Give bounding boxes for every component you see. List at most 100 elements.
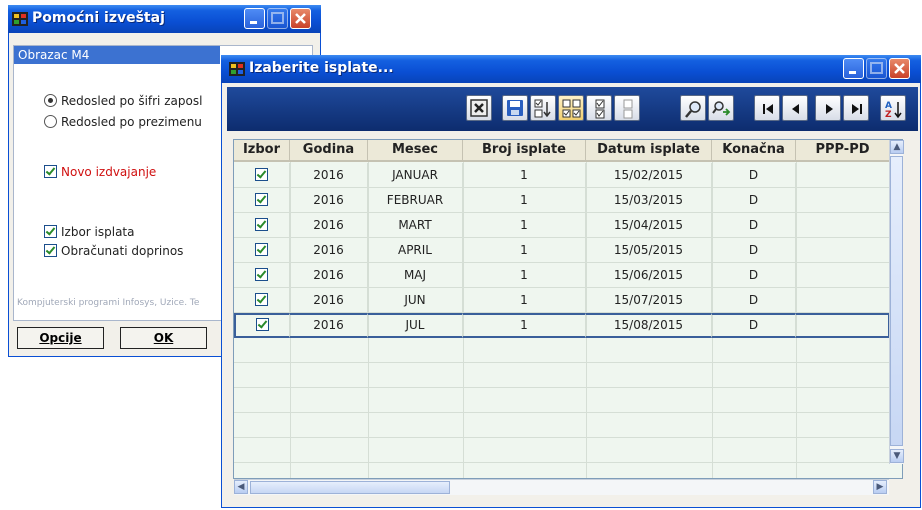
cell-broj-isplate: 1: [463, 288, 586, 313]
check-single-icon: [595, 99, 605, 119]
scroll-down-icon[interactable]: ▼: [890, 449, 904, 463]
scroll-up-icon[interactable]: ▲: [890, 140, 904, 154]
novo-izdvajanje-checkbox[interactable]: Novo izdvajanje: [44, 165, 156, 179]
horizontal-scroll-thumb[interactable]: [250, 481, 450, 494]
report-window-title: Pomoćni izveštaj: [32, 10, 165, 26]
table-row[interactable]: 2016 FEBRUAR 1 15/03/2015 D: [234, 188, 890, 213]
save-icon: [507, 100, 523, 116]
checkbox-checked-icon: [44, 244, 57, 257]
checkbox-checked-icon[interactable]: [256, 318, 269, 331]
maximize-button[interactable]: [267, 8, 288, 29]
last-record-button[interactable]: [843, 95, 869, 121]
table-row[interactable]: 2016 MART 1 15/04/2015 D: [234, 213, 890, 238]
cell-izbor[interactable]: [234, 288, 290, 313]
payments-grid: Izbor Godina Mesec Broj isplate Datum is…: [233, 139, 903, 479]
vertical-scrollbar[interactable]: ▲ ▼: [889, 140, 904, 464]
uncheck-button[interactable]: [614, 95, 640, 121]
grid-line: [234, 387, 890, 388]
first-record-button[interactable]: [754, 95, 780, 121]
obracunati-doprinos-checkbox[interactable]: Obračunati doprinos: [44, 244, 183, 258]
minimize-button[interactable]: [843, 58, 864, 79]
col-header-ppp-pd[interactable]: PPP-PD: [796, 140, 890, 162]
col-header-datum-isplate[interactable]: Datum isplate: [586, 140, 712, 162]
grid-line: [234, 437, 890, 438]
scroll-left-icon[interactable]: ◀: [234, 480, 248, 494]
col-header-konacna[interactable]: Konačna: [712, 140, 796, 162]
cell-mesec: JUL: [368, 313, 463, 338]
checkbox-checked-icon[interactable]: [255, 268, 268, 281]
radio-empty-icon: [44, 115, 57, 128]
next-record-button[interactable]: [815, 95, 841, 121]
cell-ppp-pd: [796, 288, 890, 313]
toggle-check-button[interactable]: [530, 95, 556, 121]
table-row[interactable]: 2016 JUL 1 15/08/2015 D: [234, 313, 890, 338]
col-header-mesec[interactable]: Mesec: [368, 140, 463, 162]
minimize-icon: [250, 21, 257, 24]
m4-group-title: Obrazac M4: [14, 46, 220, 64]
cell-godina: 2016: [290, 213, 368, 238]
cell-godina: 2016: [290, 163, 368, 188]
checkbox-checked-icon[interactable]: [255, 168, 268, 181]
vertical-scroll-thumb[interactable]: [890, 156, 903, 446]
col-header-izbor[interactable]: Izbor: [234, 140, 290, 162]
close-button[interactable]: [889, 58, 910, 79]
checkbox-checked-icon[interactable]: [255, 243, 268, 256]
cell-izbor[interactable]: [234, 313, 290, 338]
table-row[interactable]: 2016 MAJ 1 15/06/2015 D: [234, 263, 890, 288]
table-row[interactable]: 2016 APRIL 1 15/05/2015 D: [234, 238, 890, 263]
cell-datum-isplate: 15/08/2015: [586, 313, 712, 338]
cell-datum-isplate: 15/02/2015: [586, 163, 712, 188]
opcije-button[interactable]: Opcije: [17, 327, 104, 349]
table-row[interactable]: 2016 JUN 1 15/07/2015 D: [234, 288, 890, 313]
izbor-isplata-checkbox[interactable]: Izbor isplata: [44, 225, 135, 239]
sort-by-code-radio[interactable]: Redosled po šifri zaposl: [44, 94, 202, 108]
cell-datum-isplate: 15/07/2015: [586, 288, 712, 313]
cell-izbor[interactable]: [234, 163, 290, 188]
table-row[interactable]: 2016 JANUAR 1 15/02/2015 D: [234, 163, 890, 188]
maximize-button[interactable]: [866, 58, 887, 79]
cell-izbor[interactable]: [234, 263, 290, 288]
checkbox-checked-icon[interactable]: [255, 293, 268, 306]
cell-konacna: D: [712, 213, 796, 238]
cell-datum-isplate: 15/06/2015: [586, 263, 712, 288]
cell-konacna: D: [712, 188, 796, 213]
checkbox-checked-icon[interactable]: [255, 218, 268, 231]
cell-ppp-pd: [796, 238, 890, 263]
check-row-button[interactable]: [586, 95, 612, 121]
cell-godina: 2016: [290, 188, 368, 213]
horizontal-scrollbar[interactable]: ◀ ▶: [234, 479, 889, 495]
cell-datum-isplate: 15/04/2015: [586, 213, 712, 238]
cell-izbor[interactable]: [234, 188, 290, 213]
last-record-icon: [852, 104, 862, 114]
checkbox-checked-icon[interactable]: [255, 193, 268, 206]
ok-button[interactable]: OK: [120, 327, 207, 349]
search-next-button[interactable]: [708, 95, 734, 121]
toolbar-close-button[interactable]: [466, 95, 492, 121]
report-window-titlebar[interactable]: Pomoćni izveštaj: [8, 5, 321, 33]
cell-ppp-pd: [796, 213, 890, 238]
minimize-icon: [849, 71, 856, 74]
cell-godina: 2016: [290, 238, 368, 263]
sort-button[interactable]: AZ: [880, 95, 906, 121]
check-all-icon: [562, 99, 581, 118]
col-header-godina[interactable]: Godina: [290, 140, 368, 162]
scroll-right-icon[interactable]: ▶: [873, 480, 887, 494]
check-all-button[interactable]: [558, 95, 584, 121]
cell-mesec: MART: [368, 213, 463, 238]
search-button[interactable]: [680, 95, 706, 121]
select-payments-titlebar[interactable]: Izaberite isplate...: [221, 55, 921, 83]
grid-line: [234, 362, 890, 363]
cell-izbor[interactable]: [234, 238, 290, 263]
maximize-icon: [870, 62, 883, 74]
save-button[interactable]: [502, 95, 528, 121]
maximize-icon: [271, 12, 284, 24]
minimize-button[interactable]: [244, 8, 265, 29]
col-header-broj-isplate[interactable]: Broj isplate: [463, 140, 586, 162]
close-button[interactable]: [290, 8, 311, 29]
cell-izbor[interactable]: [234, 213, 290, 238]
cell-broj-isplate: 1: [463, 188, 586, 213]
cell-konacna: D: [712, 313, 796, 338]
sort-by-surname-radio[interactable]: Redosled po prezimenu: [44, 115, 202, 129]
cell-konacna: D: [712, 263, 796, 288]
prev-record-button[interactable]: [782, 95, 808, 121]
